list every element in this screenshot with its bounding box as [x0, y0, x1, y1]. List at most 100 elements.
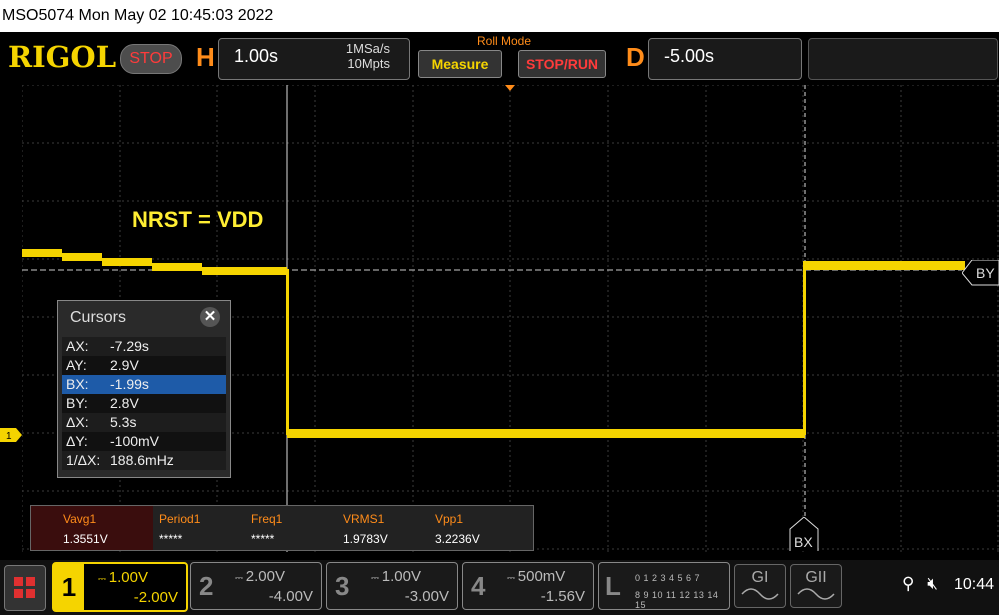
cursor-row-dy[interactable]: ΔY: -100mV [62, 432, 226, 451]
delay-letter: D [626, 42, 645, 72]
run-state-button[interactable]: STOP [120, 44, 182, 74]
cursors-panel[interactable]: Cursors ✕ AX: -7.29s AY: 2.9V BX: -1.99s BY… [57, 300, 231, 478]
generator-2-button[interactable]: GII [790, 564, 842, 608]
cursor-value: -1.99s [110, 376, 149, 392]
usb-icon: ⚲ [902, 574, 915, 593]
cursor-key: ΔY: [66, 433, 88, 449]
horizontal-scale-value: 1.00s [234, 46, 279, 66]
measurement-value: 3.2236V [435, 532, 480, 546]
horizontal-letter: H [196, 42, 215, 72]
cursor-key: ΔX: [66, 414, 89, 430]
cursor-row-inv-dx[interactable]: 1/ΔX: 188.6mHz [62, 451, 226, 470]
measurement-value: 1.3551V [63, 532, 108, 546]
logic-channels-row1: 0 1 2 3 4 5 6 7 [635, 573, 701, 583]
channel-offset: -1.56V [540, 588, 585, 605]
channel-scale-value: 1.00V [381, 568, 421, 585]
dc-coupling-icon: ⎓ [98, 574, 109, 585]
dc-coupling-icon: ⎓ [235, 573, 246, 584]
channel-2-box[interactable]: 2 ⎓ 2.00V -4.00V [190, 562, 322, 610]
channel-1-box[interactable]: 1 ⎓ 1.00V -2.00V [52, 562, 188, 612]
cursor-value: -100mV [110, 433, 160, 449]
cursor-key: BY: [66, 395, 88, 411]
channel-scale-value: 2.00V [245, 568, 285, 585]
ch1-marker-label: 1 [6, 431, 12, 442]
cursor-readouts: AX: -7.29s AY: 2.9V BX: -1.99s BY: 2.8V ΔX: 5… [62, 337, 226, 470]
cursor-row-ay[interactable]: AY: 2.9V [62, 356, 226, 375]
sine-wave-icon [797, 588, 835, 600]
channel-number: 2 [199, 571, 214, 601]
measure-button[interactable]: Measure [418, 50, 502, 78]
channel-scale: ⎓ 1.00V [98, 569, 148, 586]
channel-number: 4 [471, 571, 486, 601]
bx-cursor-marker[interactable]: BX [789, 517, 819, 551]
sine-wave-icon [741, 588, 779, 600]
rigol-logo: RIGOL [8, 40, 117, 74]
close-icon[interactable]: ✕ [200, 307, 220, 327]
by-cursor-marker[interactable]: BY [962, 260, 999, 286]
sample-rate: 1MSa/s [345, 41, 390, 56]
measurement-value: ***** [159, 532, 183, 546]
measurement-value: 1.9783V [343, 532, 388, 546]
main-menu-button[interactable] [4, 565, 46, 611]
channel-3-box[interactable]: 3 ⎓ 1.00V -3.00V [326, 562, 458, 610]
channel-scale: ⎓ 2.00V [235, 568, 285, 585]
cursor-value: -7.29s [110, 338, 149, 354]
dc-coupling-icon: ⎓ [371, 573, 382, 584]
device-datetime: MSO5074 Mon May 02 10:45:03 2022 [2, 7, 274, 24]
measurement-name: Vavg1 [63, 512, 97, 526]
measurement-value: ***** [251, 532, 275, 546]
generator-1-button[interactable]: GI [734, 564, 786, 608]
channel-offset: -4.00V [268, 588, 313, 605]
cursor-row-dx[interactable]: ΔX: 5.3s [62, 413, 226, 432]
generator-2-label: GII [805, 569, 827, 586]
cursor-key: 1/ΔX: [66, 452, 101, 468]
measurement-name: Period1 [159, 512, 201, 526]
channel-4-box[interactable]: 4 ⎓ 500mV -1.56V [462, 562, 594, 610]
measurement-period[interactable]: Period1 ***** [153, 506, 245, 550]
ch1-ground-marker[interactable]: 1 [0, 428, 22, 442]
measurement-name: Freq1 [251, 512, 283, 526]
channel-scale: ⎓ 500mV [507, 568, 565, 585]
sample-rate-info: 1MSa/s 10Mpts [330, 41, 390, 71]
delay-value: -5.00s [664, 46, 715, 66]
channel-number: 3 [335, 571, 350, 601]
speaker-muted-icon[interactable]: 🔇︎ [927, 574, 938, 593]
memory-depth: 10Mpts [347, 56, 390, 71]
bx-label: BX [794, 534, 813, 550]
cursor-key: AX: [66, 338, 89, 354]
trigger-info-box[interactable] [808, 38, 998, 80]
title-bar: MSO5074 Mon May 02 10:45:03 2022 [0, 0, 999, 32]
cursor-value: 2.9V [110, 357, 139, 373]
channel-scale-value: 500mV [517, 568, 566, 585]
cursor-row-bx[interactable]: BX: -1.99s [62, 375, 226, 394]
measurement-vavg[interactable]: Vavg1 1.3551V [31, 506, 153, 550]
measurement-name: Vpp1 [435, 512, 464, 526]
channel-offset: -2.00V [133, 589, 178, 606]
measurement-bar[interactable]: Vavg1 1.3551V Period1 ***** Freq1 ***** … [30, 505, 534, 551]
cursor-value: 2.8V [110, 395, 139, 411]
measurement-vrms[interactable]: VRMS1 1.9783V [337, 506, 429, 550]
channel-number: 1 [54, 564, 84, 610]
cursor-key: AY: [66, 357, 87, 373]
cursor-row-by[interactable]: BY: 2.8V [62, 394, 226, 413]
cursor-key: BX: [66, 376, 89, 392]
annotation-nrst: NRST = VDD [132, 207, 264, 232]
by-label: BY [976, 265, 995, 281]
roll-mode-label: Roll Mode [477, 34, 532, 48]
logic-analyzer-box[interactable]: L 0 1 2 3 4 5 6 7 8 9 10 11 12 13 14 15 [598, 562, 730, 610]
channel-scale: ⎓ 1.00V [371, 568, 421, 585]
logic-label: L [605, 571, 621, 601]
stop-run-button[interactable]: STOP/RUN [518, 50, 606, 78]
cursors-title: Cursors [70, 309, 127, 326]
cursor-value: 188.6mHz [110, 452, 174, 468]
measurement-name: VRMS1 [343, 512, 385, 526]
measurement-vpp[interactable]: Vpp1 3.2236V [429, 506, 521, 550]
measurement-freq[interactable]: Freq1 ***** [245, 506, 337, 550]
generator-1-label: GI [751, 569, 769, 586]
logic-channels-row2: 8 9 10 11 12 13 14 15 [635, 590, 719, 610]
system-clock: 10:44 [954, 576, 995, 593]
cursor-value: 5.3s [110, 414, 137, 430]
dc-coupling-icon: ⎓ [507, 573, 518, 584]
cursor-row-ax[interactable]: AX: -7.29s [62, 337, 226, 356]
status-icons: ⚲ 🔇︎ [902, 574, 938, 594]
